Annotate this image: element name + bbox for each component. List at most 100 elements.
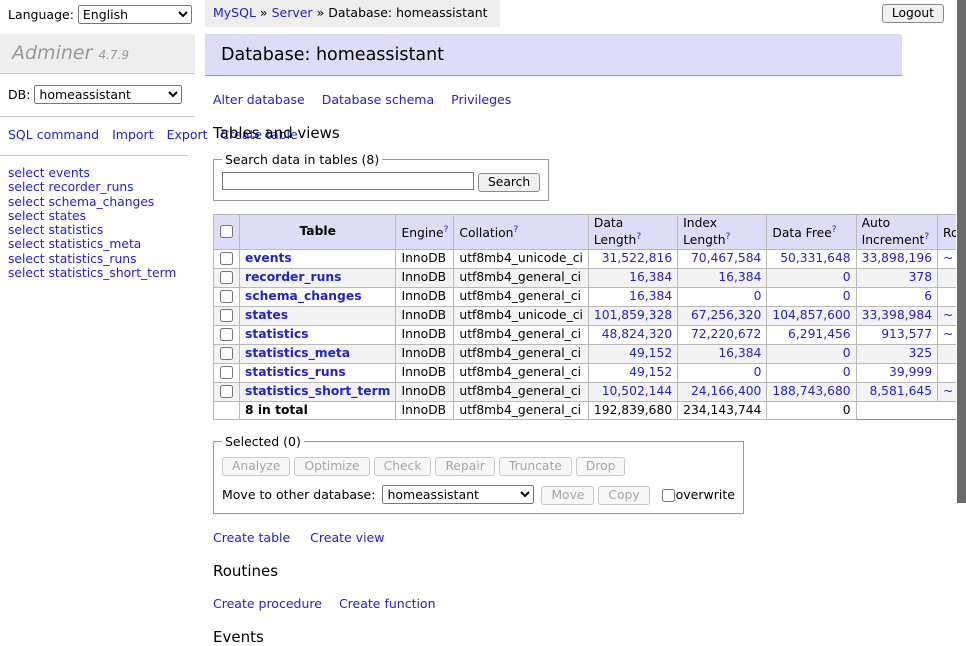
db-select[interactable]: homeassistant: [34, 85, 182, 104]
sidebar-select-link-statistics[interactable]: select: [8, 223, 45, 237]
sidebar-select-link-statistics-meta[interactable]: select: [8, 237, 45, 251]
table-name-link-schema-changes[interactable]: schema_changes: [245, 289, 362, 303]
index-length-link[interactable]: 16,384: [718, 346, 761, 360]
help-link-auto-increment[interactable]: ?: [924, 232, 929, 242]
language-select[interactable]: English: [78, 5, 192, 24]
overwrite-checkbox[interactable]: [662, 489, 675, 502]
index-length-link[interactable]: 0: [754, 289, 762, 303]
auto-increment-link[interactable]: 33,398,984: [862, 308, 932, 322]
drop-button[interactable]: Drop: [576, 457, 626, 476]
table-name-link-statistics-runs[interactable]: statistics_runs: [245, 365, 346, 379]
scrollbar-thumb[interactable]: [957, 0, 966, 503]
help-link-index-length[interactable]: ?: [726, 232, 731, 242]
truncate-button[interactable]: Truncate: [499, 457, 572, 476]
data-free-link[interactable]: 0: [843, 346, 851, 360]
sidebar-table-link-statistics-short-term[interactable]: statistics_short_term: [48, 266, 176, 280]
data-length-link[interactable]: 16,384: [629, 289, 672, 303]
index-length-link[interactable]: 0: [754, 365, 762, 379]
data-length-link[interactable]: 10,502,144: [602, 384, 672, 398]
data-free-link[interactable]: 104,857,600: [772, 308, 850, 322]
data-length-link[interactable]: 48,824,320: [602, 327, 672, 341]
index-length-link[interactable]: 16,384: [718, 270, 761, 284]
help-link-data-length[interactable]: ?: [636, 232, 641, 242]
check-button[interactable]: Check: [374, 457, 432, 476]
analyze-button[interactable]: Analyze: [222, 457, 290, 476]
index-length-link[interactable]: 72,220,672: [691, 327, 761, 341]
link-alter-database[interactable]: Alter database: [213, 92, 305, 107]
table-name-link-recorder-runs[interactable]: recorder_runs: [245, 270, 341, 284]
repair-button[interactable]: Repair: [435, 457, 494, 476]
auto-increment-link[interactable]: 378: [909, 270, 932, 284]
index-length-link[interactable]: 24,166,400: [691, 384, 761, 398]
optimize-button[interactable]: Optimize: [294, 457, 369, 476]
auto-increment-link[interactable]: 33,898,196: [862, 251, 932, 265]
sidebar-action-sql-command[interactable]: SQL command: [8, 127, 99, 142]
sidebar-table-link-statistics[interactable]: statistics: [48, 223, 103, 237]
link-privileges[interactable]: Privileges: [451, 92, 511, 107]
auto-increment-link[interactable]: 325: [909, 346, 932, 360]
data-free-link[interactable]: 188,743,680: [772, 384, 850, 398]
sidebar-table-link-statistics-meta[interactable]: statistics_meta: [48, 237, 141, 251]
data-free-link[interactable]: 0: [843, 270, 851, 284]
sidebar-action-import[interactable]: Import: [112, 127, 154, 142]
move-db-select[interactable]: homeassistant: [382, 485, 534, 504]
row-checkbox-statistics[interactable]: [220, 328, 233, 341]
sidebar-select-link-schema-changes[interactable]: select: [8, 195, 45, 209]
engine-cell: InnoDB: [396, 249, 454, 268]
link-create-function[interactable]: Create function: [339, 596, 436, 611]
move-button[interactable]: Move: [541, 486, 594, 505]
search-button[interactable]: Search: [478, 173, 540, 192]
data-free-link[interactable]: 0: [843, 365, 851, 379]
row-checkbox-schema-changes[interactable]: [220, 290, 233, 303]
index-length-link[interactable]: 70,467,584: [691, 251, 761, 265]
data-length-link[interactable]: 49,152: [629, 346, 672, 360]
sidebar-action-export[interactable]: Export: [167, 127, 208, 142]
auto-increment-link[interactable]: 913,577: [881, 327, 932, 341]
table-name-link-statistics[interactable]: statistics: [245, 327, 309, 341]
sidebar-table-link-recorder-runs[interactable]: recorder_runs: [48, 180, 133, 194]
data-length-link[interactable]: 101,859,328: [594, 308, 672, 322]
page-scrollbar[interactable]: [956, 0, 966, 543]
sidebar-select-link-events[interactable]: select: [8, 166, 45, 180]
auto-increment-link[interactable]: 39,999: [889, 365, 932, 379]
row-checkbox-events[interactable]: [220, 252, 233, 265]
link-create-view[interactable]: Create view: [310, 530, 384, 545]
auto-increment-link[interactable]: 8,581,645: [869, 384, 932, 398]
table-name-link-statistics-short-term[interactable]: statistics_short_term: [245, 384, 390, 398]
sidebar-table-link-states[interactable]: states: [48, 209, 86, 223]
data-length-link[interactable]: 16,384: [629, 270, 672, 284]
row-checkbox-states[interactable]: [220, 309, 233, 322]
sidebar-select-link-statistics-short-term[interactable]: select: [8, 266, 45, 280]
data-length-link[interactable]: 31,522,816: [602, 251, 672, 265]
help-link-engine[interactable]: ?: [444, 225, 449, 235]
sidebar-select-link-recorder-runs[interactable]: select: [8, 180, 45, 194]
index-length-link[interactable]: 67,256,320: [691, 308, 761, 322]
auto-increment-link[interactable]: 6: [924, 289, 932, 303]
link-database-schema[interactable]: Database schema: [322, 92, 434, 107]
select-all-checkbox[interactable]: [220, 225, 233, 238]
search-input[interactable]: [222, 172, 474, 190]
link-create-table[interactable]: Create table: [213, 530, 290, 545]
sidebar-select-link-statistics-runs[interactable]: select: [8, 252, 45, 266]
sidebar-table-link-schema-changes[interactable]: schema_changes: [48, 195, 154, 209]
table-name-link-events[interactable]: events: [245, 251, 292, 265]
breadcrumb-link-server[interactable]: Server: [272, 5, 313, 20]
sidebar-table-link-events[interactable]: events: [48, 166, 89, 180]
help-link-data-free[interactable]: ?: [832, 225, 837, 235]
copy-button[interactable]: Copy: [598, 486, 649, 505]
row-checkbox-statistics-meta[interactable]: [220, 347, 233, 360]
breadcrumb-link-mysql[interactable]: MySQL: [213, 5, 256, 20]
row-checkbox-statistics-runs[interactable]: [220, 366, 233, 379]
row-checkbox-recorder-runs[interactable]: [220, 271, 233, 284]
link-create-procedure[interactable]: Create procedure: [213, 596, 322, 611]
table-name-link-statistics-meta[interactable]: statistics_meta: [245, 346, 350, 360]
sidebar-table-link-statistics-runs[interactable]: statistics_runs: [48, 252, 136, 266]
help-link-collation[interactable]: ?: [513, 225, 518, 235]
table-name-link-states[interactable]: states: [245, 308, 288, 322]
sidebar-select-link-states[interactable]: select: [8, 209, 45, 223]
row-checkbox-statistics-short-term[interactable]: [220, 385, 233, 398]
data-free-link[interactable]: 50,331,648: [780, 251, 850, 265]
data-free-link[interactable]: 6,291,456: [788, 327, 851, 341]
data-length-link[interactable]: 49,152: [629, 365, 672, 379]
data-free-link[interactable]: 0: [843, 289, 851, 303]
